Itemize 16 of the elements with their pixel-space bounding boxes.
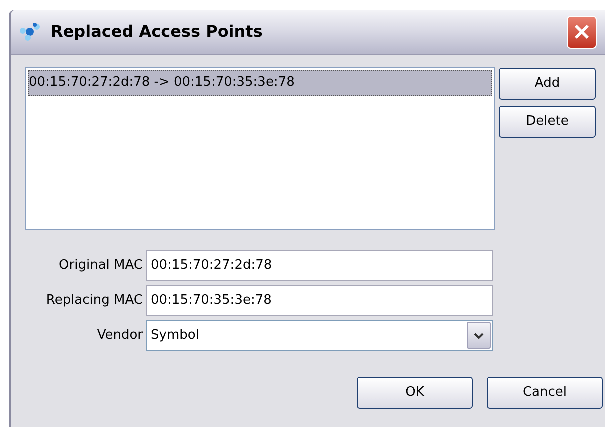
ok-button[interactable]: OK	[357, 377, 473, 409]
cancel-button[interactable]: Cancel	[487, 377, 603, 409]
close-button[interactable]	[567, 16, 597, 48]
delete-button[interactable]: Delete	[499, 106, 596, 138]
field-label: Vendor	[96, 326, 144, 345]
vendor-dropdown[interactable]: Symbol	[146, 320, 493, 351]
close-icon	[574, 24, 590, 40]
field-label: Replacing MAC	[45, 292, 144, 310]
mac-input-field[interactable]: 00:15:70:35:3e:78	[146, 285, 493, 316]
list-item[interactable]: 00:15:70:27:2d:78 -> 00:15:70:35:3e:78	[28, 70, 492, 96]
wireless-icon	[19, 22, 43, 42]
dropdown-value: Symbol	[151, 326, 200, 345]
field-label: Original MAC	[58, 256, 144, 275]
add-button[interactable]: Add	[499, 68, 596, 100]
window-title: Replaced Access Points	[51, 21, 263, 43]
mac-input-field[interactable]: 00:15:70:27:2d:78	[146, 250, 493, 281]
